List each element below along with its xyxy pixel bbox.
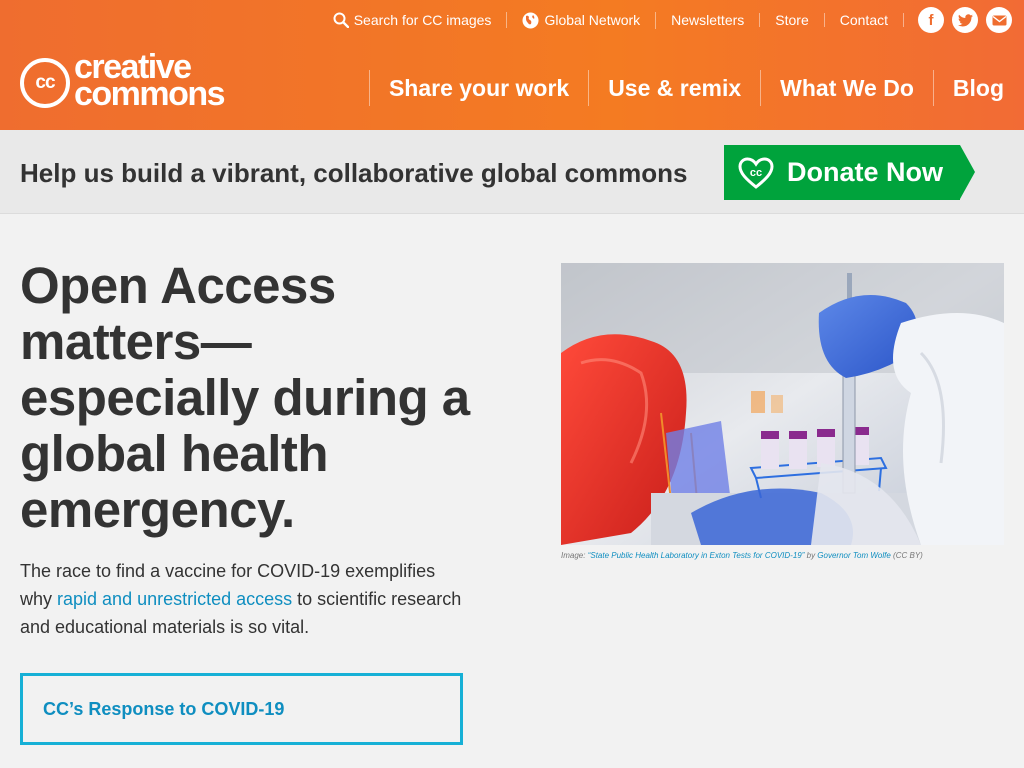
site-header: Search for CC images Global Network News… xyxy=(0,0,1024,130)
store-link[interactable]: Store xyxy=(760,12,825,28)
global-network-link[interactable]: Global Network xyxy=(507,11,657,29)
donate-message: Help us build a vibrant, collaborative g… xyxy=(20,158,688,188)
nav-blog[interactable]: Blog xyxy=(932,70,1024,106)
social-links: f xyxy=(918,7,1012,33)
caption-title-link[interactable]: “State Public Health Laboratory in Exton… xyxy=(588,551,805,560)
global-network-label: Global Network xyxy=(544,12,641,28)
donate-button-body: cc Donate Now xyxy=(724,145,960,200)
contact-link[interactable]: Contact xyxy=(825,13,904,27)
newsletters-link[interactable]: Newsletters xyxy=(656,12,761,28)
donate-button-label: Donate Now xyxy=(787,157,944,187)
caption-prefix: Image: xyxy=(561,551,588,560)
logo-wordmark: creative commons xyxy=(74,50,226,113)
nav-use-remix[interactable]: Use & remix xyxy=(588,70,760,106)
caption-author-link[interactable]: Governor Tom Wolfe xyxy=(817,551,891,560)
caption-by: by xyxy=(804,551,818,560)
lab-testing-photo xyxy=(561,263,1004,545)
nav-what-we-do[interactable]: What We Do xyxy=(760,70,933,106)
cc-logo-mark: cc xyxy=(20,58,70,108)
creative-commons-logo[interactable]: cc creative commons xyxy=(20,50,226,113)
cc-heart-icon: cc xyxy=(738,156,774,189)
donate-button-arrow xyxy=(960,145,975,199)
donate-now-button[interactable]: cc Donate Now xyxy=(724,145,975,200)
covid-response-button[interactable]: CC’s Response to COVID-19 xyxy=(20,673,463,745)
main-nav: Share your work Use & remix What We Do B… xyxy=(368,70,1024,106)
hero-lead-paragraph: The race to find a vaccine for COVID-19 … xyxy=(20,557,470,641)
email-icon[interactable] xyxy=(986,7,1012,33)
contact-label: Contact xyxy=(839,12,888,28)
utility-nav: Search for CC images Global Network News… xyxy=(318,0,1024,40)
search-link-label: Search for CC images xyxy=(353,12,492,28)
image-caption: Image: “State Public Health Laboratory i… xyxy=(561,551,923,560)
nav-share-your-work[interactable]: Share your work xyxy=(368,70,588,106)
store-label: Store xyxy=(775,12,809,28)
hero-headline: Open Access matters—especially during a … xyxy=(20,257,470,538)
facebook-icon[interactable]: f xyxy=(918,7,944,33)
rapid-access-link[interactable]: rapid and unrestricted access xyxy=(57,589,292,609)
heart-cc-text: cc xyxy=(750,167,762,179)
caption-license: (CC BY) xyxy=(890,551,923,560)
search-cc-images-link[interactable]: Search for CC images xyxy=(318,12,508,28)
search-icon xyxy=(333,12,349,28)
logo-word-commons: commons xyxy=(74,75,226,113)
newsletters-label: Newsletters xyxy=(671,12,745,28)
twitter-icon[interactable] xyxy=(952,7,978,33)
globe-icon xyxy=(522,12,539,28)
